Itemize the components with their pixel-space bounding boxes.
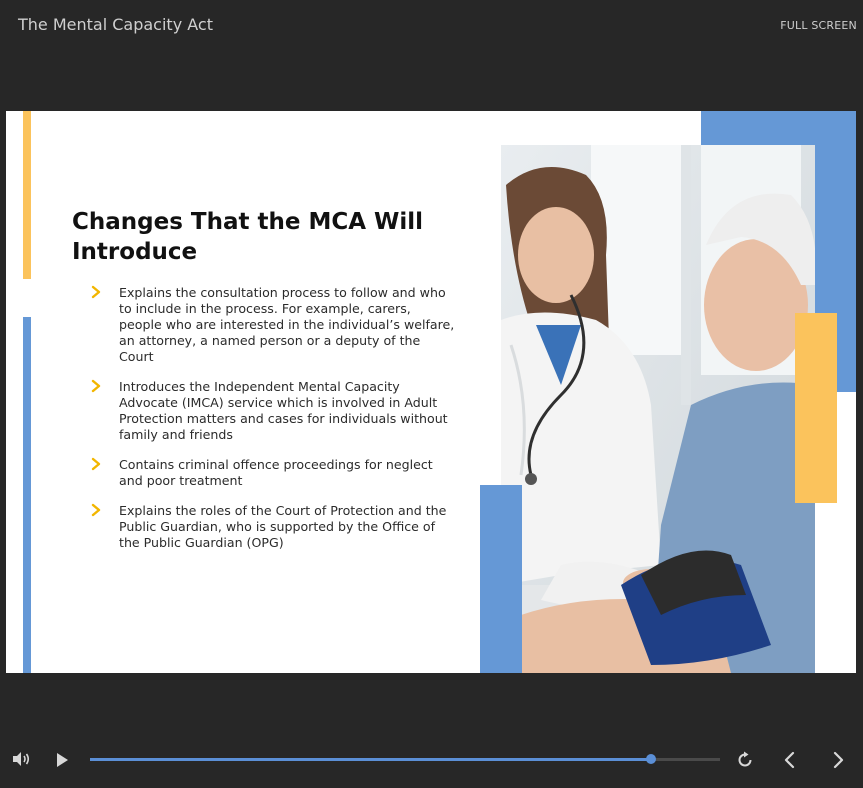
blue-accent-bar	[23, 317, 31, 673]
progress-fill	[90, 758, 651, 761]
slide-heading: Changes That the MCA Will Introduce	[72, 209, 424, 265]
yellow-accent-bar	[23, 111, 31, 279]
bullet-item: Explains the roles of the Court of Prote…	[90, 503, 455, 551]
fullscreen-button[interactable]: FULL SCREEN	[780, 19, 857, 32]
blue-decor-block	[480, 485, 522, 673]
bullet-text: Explains the roles of the Court of Prote…	[119, 503, 447, 550]
slide: Changes That the MCA Will Introduce Expl…	[6, 111, 856, 673]
bullet-item: Explains the consultation process to fol…	[90, 285, 455, 365]
chevron-right-icon	[91, 379, 101, 393]
bullet-text: Contains criminal offence proceedings fo…	[119, 457, 433, 488]
chevron-right-icon	[91, 457, 101, 471]
chevron-right-icon	[91, 503, 101, 517]
top-bar: The Mental Capacity Act FULL SCREEN	[0, 0, 863, 52]
course-title: The Mental Capacity Act	[18, 15, 213, 34]
progress-bar[interactable]	[90, 754, 720, 764]
bullet-item: Contains criminal offence proceedings fo…	[90, 457, 455, 489]
bullet-list: Explains the consultation process to fol…	[90, 285, 455, 565]
bullet-item: Introduces the Independent Mental Capaci…	[90, 379, 455, 443]
player-controls	[0, 740, 863, 780]
bullet-text: Introduces the Independent Mental Capaci…	[119, 379, 448, 442]
next-icon[interactable]	[831, 751, 845, 769]
replay-icon[interactable]	[736, 751, 754, 769]
previous-icon[interactable]	[783, 751, 797, 769]
bullet-text: Explains the consultation process to fol…	[119, 285, 455, 364]
chevron-right-icon	[91, 285, 101, 299]
volume-icon[interactable]	[11, 751, 31, 767]
play-icon[interactable]	[55, 752, 69, 768]
yellow-decor-block	[795, 313, 837, 503]
doctor-patient-photo	[501, 145, 815, 673]
progress-handle[interactable]	[645, 754, 656, 764]
